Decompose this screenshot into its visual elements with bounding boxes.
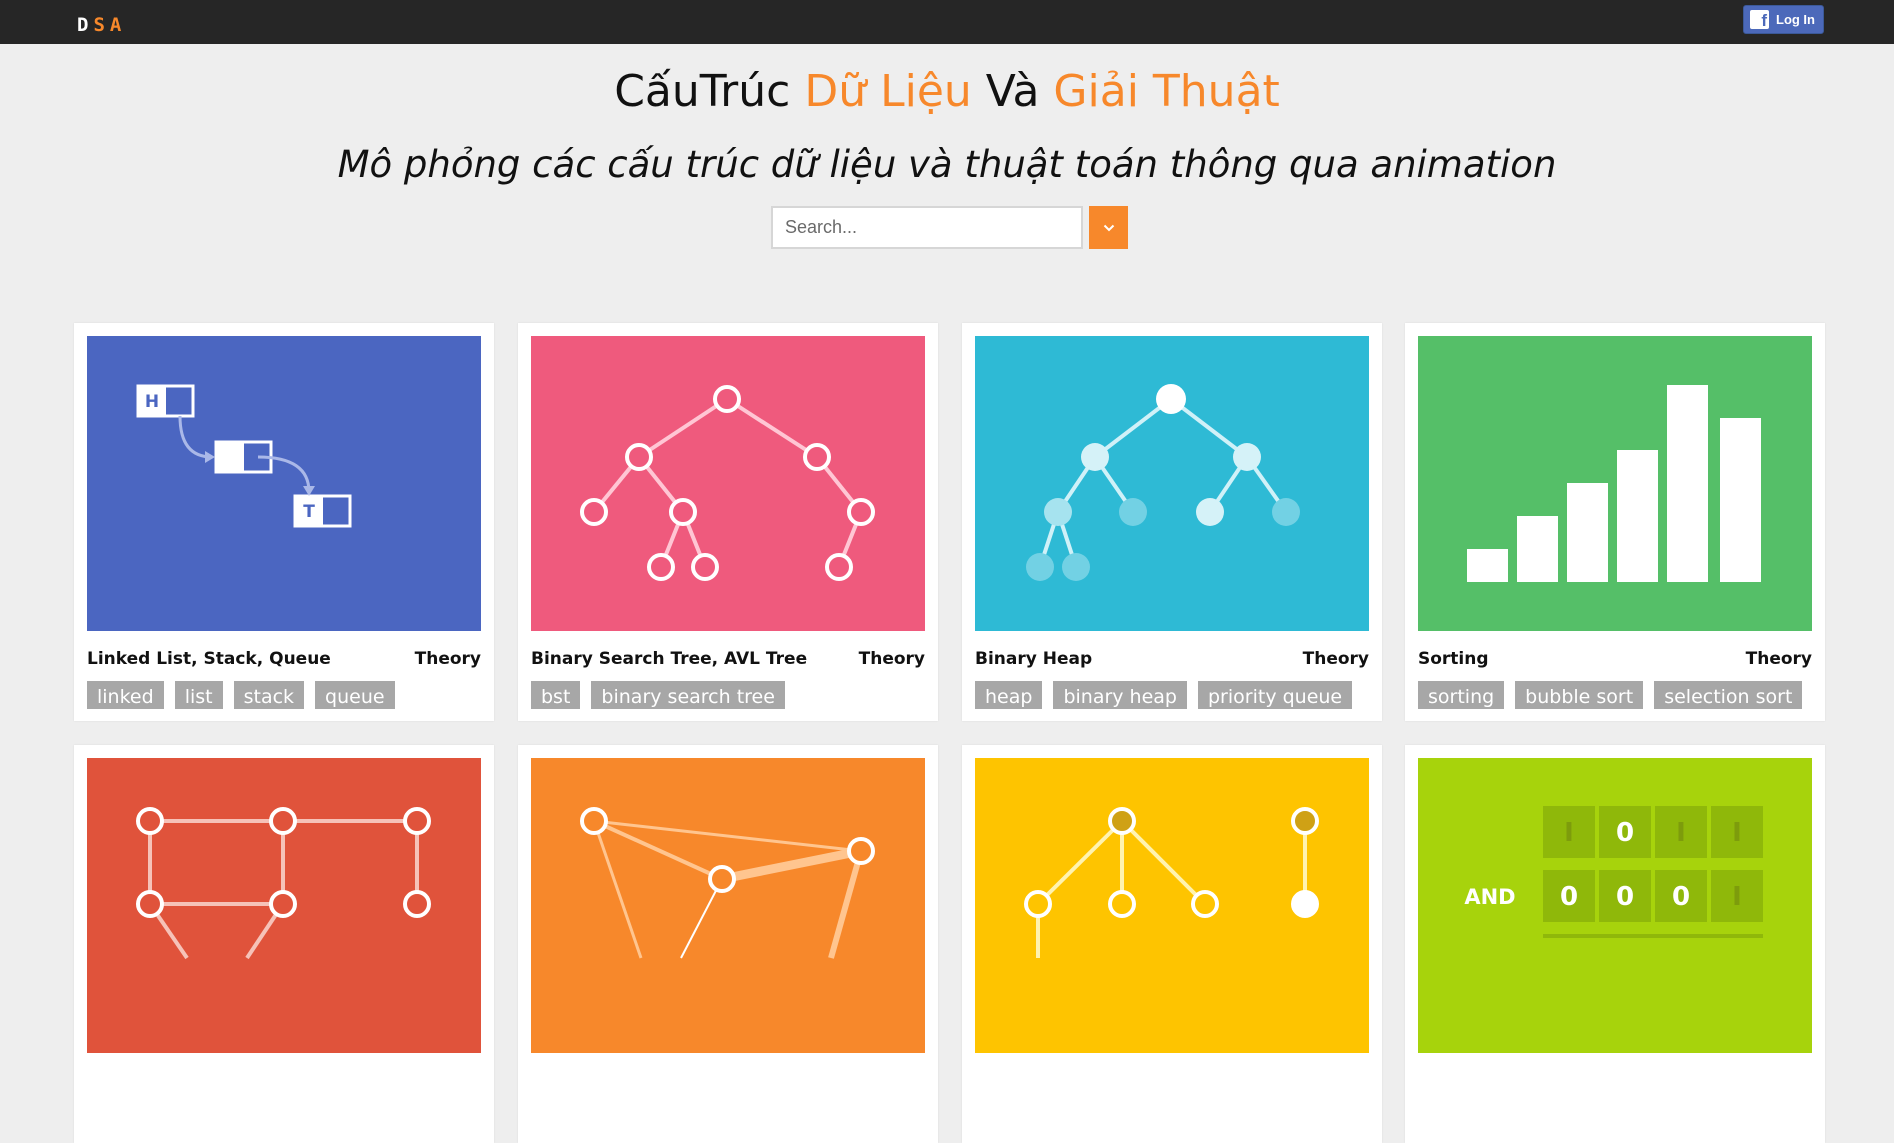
search-dropdown-button[interactable] bbox=[1089, 206, 1128, 249]
login-label: Log In bbox=[1776, 12, 1815, 27]
binary-heap-thumbnail[interactable] bbox=[975, 336, 1369, 631]
theory-link[interactable]: Theory bbox=[859, 648, 925, 670]
facebook-f-icon: f bbox=[1750, 10, 1769, 29]
head-node-label: H bbox=[145, 392, 159, 412]
linked-list-illustration: H T bbox=[136, 384, 352, 528]
search-input[interactable] bbox=[771, 206, 1083, 249]
bit-cell: 0 bbox=[1672, 882, 1690, 912]
tag[interactable]: priority queue bbox=[1198, 681, 1353, 709]
linked-list-thumbnail[interactable]: H T bbox=[87, 336, 481, 631]
tag-list: linked list stack queue bbox=[87, 681, 481, 709]
tag[interactable]: stack bbox=[233, 681, 305, 709]
bit-cell: I bbox=[1564, 818, 1574, 848]
tag[interactable]: binary search tree bbox=[591, 681, 785, 709]
bit-cell: I bbox=[1676, 818, 1686, 848]
bit-cell: I bbox=[1732, 882, 1742, 912]
tag[interactable]: heap bbox=[975, 681, 1043, 709]
chevron-down-icon bbox=[1103, 224, 1114, 231]
page-title: CấuTrúc Dữ Liệu Và Giải Thuật bbox=[614, 66, 1280, 117]
union-find-illustration bbox=[1024, 807, 1319, 958]
bit-cell: 0 bbox=[1560, 882, 1578, 912]
tag[interactable]: sorting bbox=[1418, 681, 1505, 709]
tag[interactable]: linked bbox=[87, 681, 164, 709]
card-sorting[interactable]: Sorting Theory sorting bubble sort selec… bbox=[1405, 323, 1825, 721]
bst-illustration bbox=[580, 385, 875, 581]
top-navbar: DSA f Log In bbox=[0, 0, 1894, 44]
theory-link[interactable]: Theory bbox=[1746, 648, 1812, 670]
network-illustration bbox=[580, 807, 875, 959]
tag-list: bst binary search tree bbox=[531, 681, 925, 709]
sorting-thumbnail[interactable] bbox=[1418, 336, 1812, 631]
heap-illustration bbox=[1026, 384, 1300, 581]
card-bitmask[interactable]: I 0 I I 0 0 0 I AND bbox=[1405, 745, 1825, 1143]
card-graph[interactable] bbox=[74, 745, 494, 1143]
tag[interactable]: list bbox=[174, 681, 223, 709]
card-title[interactable]: Binary Heap bbox=[975, 648, 1092, 670]
tail-node-label: T bbox=[303, 502, 315, 522]
tag-list: sorting bubble sort selection sort bbox=[1418, 681, 1812, 709]
theory-link[interactable]: Theory bbox=[415, 648, 481, 670]
card-title[interactable]: Linked List, Stack, Queue bbox=[87, 648, 331, 670]
tag[interactable]: binary heap bbox=[1053, 681, 1187, 709]
bit-cell: I bbox=[1732, 818, 1742, 848]
network-thumbnail[interactable] bbox=[531, 758, 925, 1053]
bit-cell: 0 bbox=[1616, 882, 1634, 912]
card-union-find[interactable] bbox=[962, 745, 1382, 1143]
bst-thumbnail[interactable] bbox=[531, 336, 925, 631]
card-binary-heap[interactable]: Binary Heap Theory heap binary heap prio… bbox=[962, 323, 1382, 721]
card-title[interactable]: Sorting bbox=[1418, 648, 1489, 670]
tag[interactable]: bubble sort bbox=[1515, 681, 1644, 709]
page-subtitle: Mô phỏng các cấu trúc dữ liệu và thuật t… bbox=[337, 143, 1557, 186]
graph-thumbnail[interactable] bbox=[87, 758, 481, 1053]
card-title[interactable]: Binary Search Tree, AVL Tree bbox=[531, 648, 807, 670]
tag[interactable]: queue bbox=[315, 681, 395, 709]
tag-list: heap binary heap priority queue bbox=[975, 681, 1369, 709]
graph-illustration bbox=[136, 807, 431, 960]
card-bst[interactable]: Binary Search Tree, AVL Tree Theory bst … bbox=[518, 323, 938, 721]
bitmask-illustration: I 0 I I 0 0 0 I AND bbox=[1464, 806, 1763, 938]
bit-operator: AND bbox=[1464, 885, 1515, 909]
tag[interactable]: bst bbox=[531, 681, 581, 709]
bit-cell: 0 bbox=[1616, 818, 1634, 848]
card-linked-list[interactable]: H T Linked List, Stack, Queue Theory lin… bbox=[74, 323, 494, 721]
site-logo[interactable]: DSA bbox=[77, 14, 126, 36]
sorting-bars-illustration bbox=[1467, 385, 1761, 582]
bitmask-thumbnail[interactable]: I 0 I I 0 0 0 I AND bbox=[1418, 758, 1812, 1053]
tag[interactable]: selection sort bbox=[1654, 681, 1803, 709]
facebook-login-button[interactable]: f Log In bbox=[1743, 5, 1824, 34]
union-find-thumbnail[interactable] bbox=[975, 758, 1369, 1053]
theory-link[interactable]: Theory bbox=[1303, 648, 1369, 670]
card-network[interactable] bbox=[518, 745, 938, 1143]
